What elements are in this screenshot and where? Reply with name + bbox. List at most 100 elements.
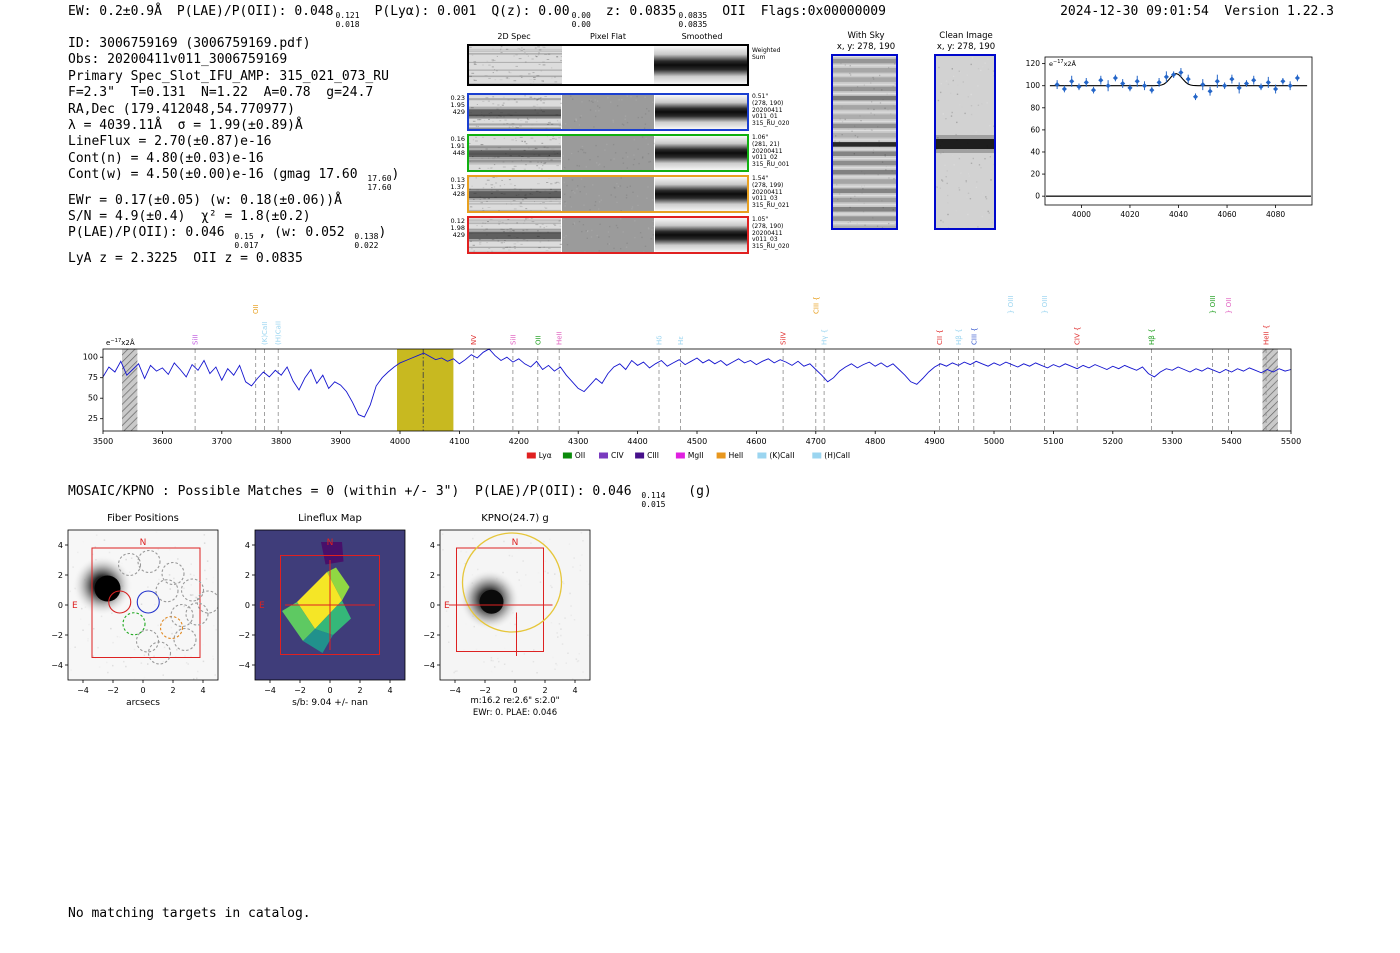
noise-dot [491,671,493,673]
info-text: EWr = 0.17(±0.05) (w: 0.18(±0.06))Å [68,192,342,208]
noise-dot [975,131,977,133]
noise-dot [849,65,851,67]
legend-swatch [635,452,645,459]
noise-dot [977,85,979,87]
noise-dot [888,222,890,225]
noise-dot [622,231,624,233]
fiber-map: Fiber Positions 4 2 0 −2 −4 −4 −2 0 2 4 arcsecs N E [51,513,219,708]
streak [469,98,561,101]
noise-dot [939,187,941,189]
noise-dot [513,55,515,57]
noise-dot [637,204,639,207]
xtick-label: 4200 [509,437,529,446]
noise-dot [503,242,505,243]
noise-dot [894,83,896,85]
noise-dot [475,648,478,651]
noise-dot [590,99,592,101]
noise-dot [193,574,195,577]
line-marker-label: CIII { [970,327,978,345]
noise-dot [965,180,967,182]
noise-dot [598,195,600,197]
noise-dot [208,595,210,597]
weight-line: 429 [452,108,465,116]
row-weights: 0.13 1.37 428 [445,177,465,198]
noise-dot [556,632,558,634]
noise-dot [533,77,536,78]
noise-dot [571,179,574,181]
noise-dot [143,654,146,656]
noise-dot [579,116,582,119]
withsky-title: With Sky [847,31,885,41]
noise-dot [475,140,478,142]
noise-dot [543,540,545,543]
noise-dot [888,177,890,179]
fiber-row [833,225,896,228]
noise-dot [993,163,994,166]
noise-dot [515,65,518,67]
noise-dot [590,236,593,238]
noise-dot [586,580,588,583]
noise-dot [558,137,561,139]
data-point [1207,88,1213,94]
ytick-label: 2 [245,571,250,580]
noise-dot [994,73,995,74]
sub-value: 0.017 [234,240,259,250]
noise-dot [558,623,561,625]
noise-dot [836,184,838,186]
noise-dot [942,221,944,223]
data-point [1156,79,1162,85]
noise-dot [967,192,970,194]
data-point [1105,83,1111,89]
noise-dot [474,535,476,537]
row-gap [833,213,896,215]
noise-dot [501,179,503,181]
noise-dot [884,107,886,109]
pixelflat-bg [562,177,654,211]
noise-dot [894,223,896,225]
noise-dot [570,152,573,155]
noise-dot [604,149,606,151]
noise-dot [947,227,950,228]
noise-dot [485,97,489,99]
xtick-label: 5300 [1162,437,1182,446]
z-sub: 0.0835 [678,19,708,29]
noise-dot [992,217,994,219]
noise-dot [500,242,503,244]
noise-dot [598,106,601,109]
noise-dot [619,185,622,187]
mosaic-sub: 0.015 [641,499,666,509]
noise-dot [569,196,572,198]
noise-dot [476,225,478,227]
noise-dot [106,661,108,664]
noise-dot [562,155,565,157]
noise-dot [471,72,475,74]
noise-dot [958,187,960,189]
noise-dot [501,104,504,106]
noise-dot [956,121,958,124]
noise-dot [646,197,648,199]
noise-dot [947,194,949,197]
noise-dot [647,186,649,188]
map-title: KPNO(24.7) g [481,513,549,524]
noise-dot [184,655,186,657]
noise-dot [959,71,961,73]
noise-dot [612,119,614,121]
streak [469,203,561,205]
noise-dot [74,646,76,648]
footer-line-1: No matching targets in catalog. [68,906,311,921]
legend-swatch [675,452,685,459]
noise-dot [859,115,861,117]
ytick-label: 0 [58,601,63,610]
noise-dot [510,623,512,625]
noise-dot [493,59,496,61]
smoothed-bg [655,136,747,170]
noise-dot [119,636,121,638]
noise-dot [564,617,566,619]
noise-dot [593,126,595,128]
noise-dot [591,229,593,232]
noise-dot [477,568,479,571]
data-point [1280,78,1286,84]
noise-dot [580,532,583,534]
noise-dot [537,183,540,185]
flux-units-annotation: e−17x2Å [1049,59,1077,68]
